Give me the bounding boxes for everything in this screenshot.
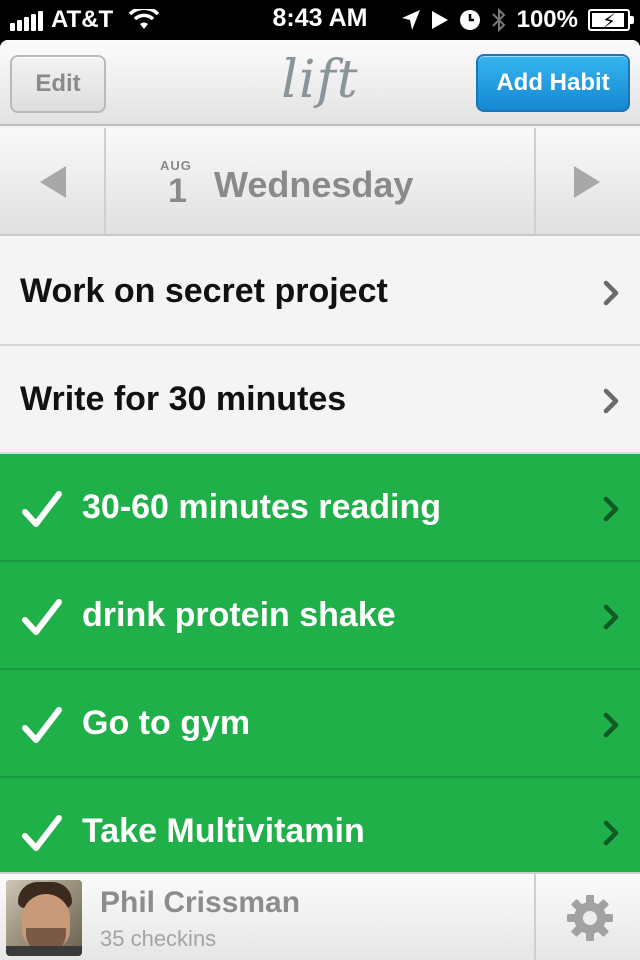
settings-button[interactable] xyxy=(534,874,640,960)
date-selector: AUG 1 Wednesday xyxy=(0,128,640,236)
date-weekday: Wednesday xyxy=(214,164,414,205)
alarm-icon xyxy=(459,10,480,30)
battery-percent: 100% xyxy=(516,6,578,33)
habit-row[interactable]: 30-60 minutes reading xyxy=(0,454,640,562)
chevron-right-icon xyxy=(603,820,619,846)
lift-logo: lift xyxy=(281,50,359,110)
status-bar: AT&T 8:43 AM 100% ⚡ xyxy=(0,0,640,40)
add-habit-button[interactable]: Add Habit xyxy=(476,54,630,112)
habit-label: Go to gym xyxy=(82,703,251,742)
habit-label: Work on secret project xyxy=(20,271,388,310)
edit-button[interactable]: Edit xyxy=(10,55,106,113)
checkmark-icon xyxy=(22,599,62,635)
date-month: AUG xyxy=(160,158,192,173)
previous-day-button[interactable] xyxy=(0,128,106,234)
habit-row[interactable]: Write for 30 minutes xyxy=(0,346,640,454)
battery-charging-icon: ⚡ xyxy=(588,9,634,33)
checkmark-icon xyxy=(22,815,62,851)
user-name[interactable]: Phil Crissman xyxy=(100,886,300,920)
habit-row[interactable]: Go to gym xyxy=(0,670,640,778)
arrow-right-icon xyxy=(574,166,600,198)
bluetooth-icon xyxy=(491,7,506,33)
profile-footer: Phil Crissman 35 checkins xyxy=(0,872,640,960)
habit-label: drink protein shake xyxy=(82,595,396,634)
arrow-left-icon xyxy=(40,166,66,198)
habit-row[interactable]: Take Multivitamin xyxy=(0,778,640,886)
next-day-button[interactable] xyxy=(534,128,640,234)
habit-row[interactable]: drink protein shake xyxy=(0,562,640,670)
play-icon xyxy=(431,11,448,29)
chevron-right-icon xyxy=(603,496,619,522)
location-icon xyxy=(401,10,420,30)
nav-bar: Edit lift Add Habit xyxy=(0,40,640,126)
date-day: 1 xyxy=(168,172,187,210)
habit-label: Take Multivitamin xyxy=(82,811,365,850)
checkmark-icon xyxy=(22,491,62,527)
chevron-right-icon xyxy=(603,604,619,630)
habit-label: Write for 30 minutes xyxy=(20,379,347,418)
lift-app: Edit lift Add Habit AUG 1 Wednesday Work… xyxy=(0,40,640,960)
habit-list: Work on secret project Write for 30 minu… xyxy=(0,238,640,886)
habit-row[interactable]: Work on secret project xyxy=(0,238,640,346)
gear-icon xyxy=(567,895,613,941)
habit-label: 30-60 minutes reading xyxy=(82,487,442,526)
chevron-right-icon xyxy=(603,280,619,306)
chevron-right-icon xyxy=(603,712,619,738)
checkmark-icon xyxy=(22,707,62,743)
avatar[interactable] xyxy=(6,880,82,956)
checkins-count: 35 checkins xyxy=(100,926,217,951)
chevron-right-icon xyxy=(603,388,619,414)
